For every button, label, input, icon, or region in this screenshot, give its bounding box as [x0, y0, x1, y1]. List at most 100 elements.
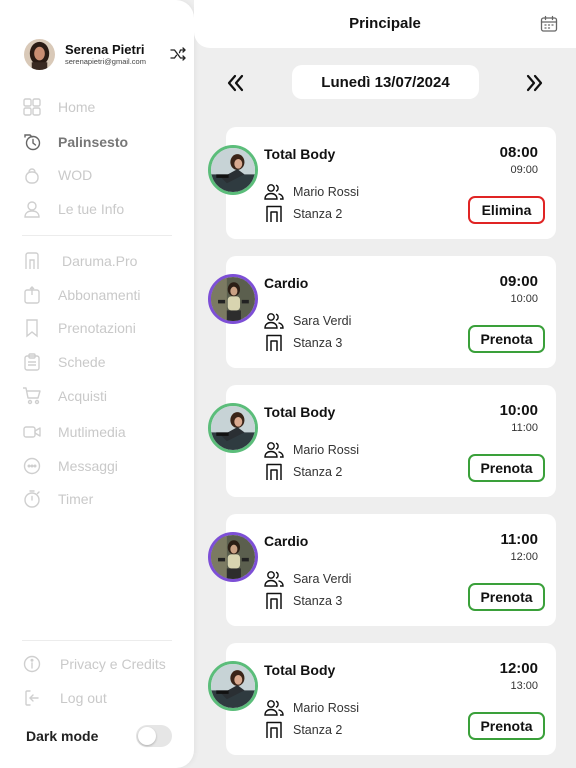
room-name: Stanza 3	[293, 594, 343, 608]
clipboard-icon	[24, 353, 40, 371]
nav-label: Abbonamenti	[58, 287, 141, 303]
class-title: Total Body	[264, 404, 336, 420]
page-title: Principale	[349, 15, 421, 32]
current-date[interactable]: Lunedì 13/07/2024	[292, 65, 479, 99]
dark-mode-row: Dark mode	[26, 724, 172, 748]
stopwatch-icon	[24, 490, 40, 508]
door-icon	[266, 463, 282, 480]
start-time: 10:00	[499, 402, 538, 419]
dark-mode-toggle[interactable]	[136, 725, 172, 747]
nav-mutlimedia[interactable]: Mutlimedia	[22, 421, 126, 443]
trainer-name: Sara Verdi	[293, 314, 352, 328]
switch-account-icon[interactable]	[170, 46, 186, 62]
dark-mode-label: Dark mode	[26, 728, 99, 744]
divider	[22, 640, 172, 641]
end-time: 09:00	[510, 164, 538, 176]
door-icon	[266, 721, 282, 738]
nav-label: Acquisti	[58, 388, 108, 404]
schedule-icon	[24, 134, 41, 151]
user-icon	[24, 201, 40, 218]
class-card: Total Body 08:00 09:00 Mario Rossi Stanz…	[208, 127, 556, 239]
room-row: Stanza 2	[264, 721, 342, 739]
start-time: 11:00	[500, 531, 538, 548]
nav-label: Daruma.Pro	[62, 253, 138, 269]
start-time: 09:00	[499, 273, 538, 290]
kettlebell-icon	[25, 168, 39, 184]
book-button[interactable]: Prenota	[468, 583, 545, 611]
room-row: Stanza 3	[264, 592, 342, 610]
nav-label: Log out	[60, 690, 107, 706]
calendar-icon[interactable]	[540, 15, 558, 33]
nav-prenotazioni[interactable]: Prenotazioni	[22, 317, 136, 339]
book-button[interactable]: Prenota	[468, 712, 545, 740]
bookmark-icon	[26, 319, 38, 338]
start-time: 12:00	[499, 660, 538, 677]
nav-label: Privacy e Credits	[60, 656, 166, 672]
people-icon	[264, 700, 284, 716]
nav-timer[interactable]: Timer	[22, 488, 93, 510]
nav-messaggi[interactable]: Messaggi	[22, 455, 118, 477]
room-name: Stanza 3	[293, 336, 343, 350]
class-title: Total Body	[264, 146, 336, 162]
trainer-row: Mario Rossi	[264, 441, 359, 459]
class-card: Total Body 10:00 11:00 Mario Rossi Stanz…	[208, 385, 556, 497]
trainer-name: Mario Rossi	[293, 443, 359, 457]
nav-logout[interactable]: Log out	[22, 687, 107, 709]
next-day-icon[interactable]	[524, 72, 546, 94]
class-card: Cardio 11:00 12:00 Sara Verdi Stanza 3 P…	[208, 514, 556, 626]
trainer-row: Sara Verdi	[264, 570, 351, 588]
nav-label: WOD	[58, 167, 93, 183]
nav-schede[interactable]: Schede	[22, 351, 105, 373]
nav-palinsesto[interactable]: Palinsesto	[22, 131, 128, 153]
trainer-row: Sara Verdi	[264, 312, 351, 330]
video-icon	[23, 426, 41, 438]
chat-icon	[23, 457, 41, 475]
user-profile[interactable]: Serena Pietri serenapietri@gmail.com	[24, 38, 186, 70]
previous-day-icon[interactable]	[224, 72, 246, 94]
subscription-icon	[24, 286, 40, 304]
nav-le-tue-info[interactable]: Le tue Info	[22, 198, 124, 220]
info-icon	[23, 655, 41, 673]
book-button[interactable]: Prenota	[468, 454, 545, 482]
book-button[interactable]: Prenota	[468, 325, 545, 353]
class-title: Cardio	[264, 275, 309, 291]
people-icon	[264, 571, 284, 587]
door-icon	[266, 205, 282, 222]
nav-label: Messaggi	[58, 458, 118, 474]
avatar	[24, 38, 55, 70]
door-icon	[25, 252, 39, 269]
logout-icon	[25, 690, 39, 706]
end-time: 11:00	[511, 422, 538, 434]
trainer-row: Mario Rossi	[264, 699, 359, 717]
start-time: 08:00	[499, 144, 538, 161]
grid-icon	[23, 98, 41, 116]
trainer-avatar	[208, 145, 258, 195]
door-icon	[266, 334, 282, 351]
nav-label: Home	[58, 99, 96, 115]
nav-label: Palinsesto	[58, 134, 129, 150]
top-header: Principale	[194, 0, 576, 48]
nav-wod[interactable]: WOD	[22, 164, 92, 186]
sidebar: Serena Pietri serenapietri@gmail.com Hom…	[0, 0, 194, 768]
delete-booking-button[interactable]: Elimina	[468, 196, 545, 224]
profile-name: Serena Pietri	[65, 41, 145, 57]
nav-label: Schede	[58, 354, 106, 370]
end-time: 13:00	[510, 680, 538, 692]
nav-label: Le tue Info	[58, 201, 125, 217]
nav-abbonamenti[interactable]: Abbonamenti	[22, 284, 141, 306]
room-name: Stanza 2	[293, 723, 343, 737]
class-card: Total Body 12:00 13:00 Mario Rossi Stanz…	[208, 643, 556, 755]
room-row: Stanza 3	[264, 334, 342, 352]
nav-acquisti[interactable]: Acquisti	[22, 385, 107, 407]
nav-daruma-pro[interactable]: Daruma.Pro	[22, 250, 137, 272]
nav-privacy-credits[interactable]: Privacy e Credits	[22, 653, 166, 675]
nav-home[interactable]: Home	[22, 96, 95, 118]
trainer-avatar	[208, 403, 258, 453]
cart-icon	[23, 387, 41, 405]
room-row: Stanza 2	[264, 205, 342, 223]
people-icon	[264, 313, 284, 329]
people-icon	[264, 184, 284, 200]
trainer-name: Mario Rossi	[293, 185, 359, 199]
room-name: Stanza 2	[293, 207, 343, 221]
profile-email: serenapietri@gmail.com	[65, 56, 146, 66]
